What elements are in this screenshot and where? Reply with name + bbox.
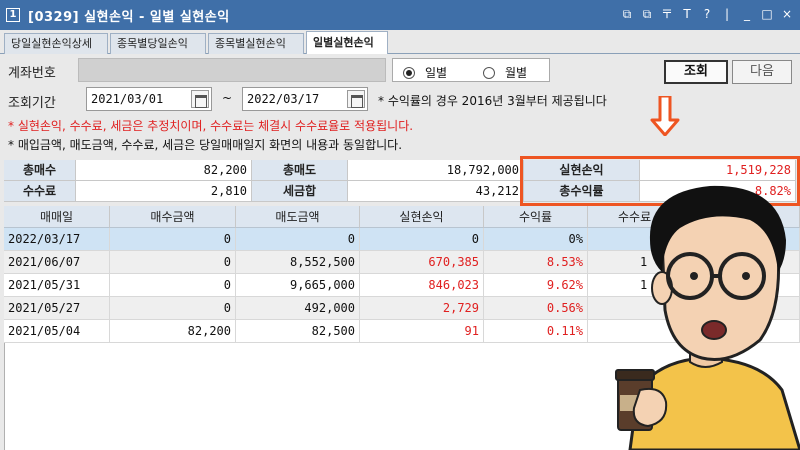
tab-stock-realized-pnl[interactable]: 종목별실현손익	[208, 33, 304, 54]
col-header-buy[interactable]: 매수금액	[110, 206, 236, 228]
separator-icon: |	[724, 7, 730, 21]
window-controls: ⧉ ⧉ 〒 T ? | _ □ ×	[620, 6, 794, 22]
end-date-value: 2022/03/17	[247, 92, 320, 106]
window-title: [0329] 실현손익 - 일별 실현손익	[28, 9, 230, 25]
cell-buy: 0	[110, 297, 236, 320]
cell-pnl: 91	[360, 320, 484, 343]
start-calendar-icon[interactable]	[191, 90, 209, 108]
cell-buy: 82,200	[110, 320, 236, 343]
cell-buy: 0	[110, 274, 236, 297]
radio-monthly-label: 월별	[505, 66, 528, 80]
radio-monthly-dot[interactable]	[483, 66, 495, 79]
radio-daily-label: 일별	[425, 66, 448, 80]
col-header-date[interactable]: 매매일	[4, 206, 110, 228]
end-date-input[interactable]: 2022/03/17	[242, 87, 368, 111]
cell-sell: 82,500	[236, 320, 360, 343]
cell-pnl: 846,023	[360, 274, 484, 297]
cell-sell: 0	[236, 228, 360, 251]
end-calendar-icon[interactable]	[347, 90, 365, 108]
cell-sell: 492,000	[236, 297, 360, 320]
radio-monthly[interactable]: 월별	[483, 64, 527, 81]
cartoon-person-illustration	[615, 185, 800, 450]
window-titlebar: 1 [0329] 실현손익 - 일별 실현손익 ⧉ ⧉ 〒 T ? | _ □ …	[0, 0, 800, 30]
pin-icon[interactable]: 〒	[660, 6, 674, 22]
cell-yield: 9.62%	[484, 274, 588, 297]
font-size-icon[interactable]: T	[680, 6, 694, 22]
cell-sell: 9,665,000	[236, 274, 360, 297]
fee-label: 수수료	[4, 181, 76, 202]
radio-daily[interactable]: 일별	[403, 64, 447, 81]
cell-yield: 0.56%	[484, 297, 588, 320]
next-button[interactable]: 다음	[732, 60, 792, 84]
maximize-icon[interactable]: □	[760, 6, 774, 22]
sync-note: * 매입금액, 매도금액, 수수료, 세금은 당일매매일지 화면의 내용과 동일…	[8, 138, 403, 152]
fee-value: 2,810	[76, 181, 252, 202]
tab-daily-realized-pnl[interactable]: 일별실현손익	[306, 31, 388, 54]
query-button[interactable]: 조회	[664, 60, 728, 84]
tab-bar: 당일실현손익상세 종목별당일손익 종목별실현손익 일별실현손익	[0, 31, 800, 54]
cell-date: 2021/05/31	[4, 274, 110, 297]
start-date-input[interactable]: 2021/03/01	[86, 87, 212, 111]
window-number-icon: 1	[6, 8, 20, 22]
cell-date: 2022/03/17	[4, 228, 110, 251]
col-header-sell[interactable]: 매도금액	[236, 206, 360, 228]
total-sell-value: 18,792,000	[348, 160, 524, 181]
estimate-note: * 실현손익, 수수료, 세금은 추정치이며, 수수료는 체결시 수수료율로 적…	[8, 119, 414, 133]
period-type-radio-group: 일별 월별	[392, 58, 550, 82]
help-icon[interactable]: ?	[700, 6, 714, 22]
period-label: 조회기간	[8, 96, 56, 111]
yield-note: * 수익률의 경우 2016년 3월부터 제공됩니다	[378, 94, 607, 108]
period-tilde: ~	[222, 91, 233, 105]
cell-buy: 0	[110, 251, 236, 274]
cell-date: 2021/06/07	[4, 251, 110, 274]
cell-date: 2021/05/27	[4, 297, 110, 320]
close-icon[interactable]: ×	[780, 6, 794, 22]
account-number-field[interactable]	[78, 58, 386, 82]
minimize-icon[interactable]: _	[740, 6, 754, 22]
cell-sell: 8,552,500	[236, 251, 360, 274]
total-buy-value: 82,200	[76, 160, 252, 181]
cell-yield: 8.53%	[484, 251, 588, 274]
total-buy-label: 총매수	[4, 160, 76, 181]
cell-yield: 0.11%	[484, 320, 588, 343]
cell-date: 2021/05/04	[4, 320, 110, 343]
tax-label: 세금합	[252, 181, 348, 202]
col-header-pnl[interactable]: 실현손익	[360, 206, 484, 228]
link-window-icon[interactable]: ⧉	[620, 6, 634, 22]
col-header-yield[interactable]: 수익률	[484, 206, 588, 228]
cell-pnl: 0	[360, 228, 484, 251]
down-arrow-icon	[650, 96, 680, 136]
total-sell-label: 총매도	[252, 160, 348, 181]
cell-pnl: 2,729	[360, 297, 484, 320]
tab-stock-daily-pnl[interactable]: 종목별당일손익	[110, 33, 206, 54]
cell-buy: 0	[110, 228, 236, 251]
cell-yield: 0%	[484, 228, 588, 251]
tab-daily-realized-detail[interactable]: 당일실현손익상세	[4, 33, 108, 54]
cell-pnl: 670,385	[360, 251, 484, 274]
start-date-value: 2021/03/01	[91, 92, 164, 106]
tax-value: 43,212	[348, 181, 524, 202]
radio-daily-dot[interactable]	[403, 66, 415, 79]
copy-window-icon[interactable]: ⧉	[640, 6, 654, 22]
account-label: 계좌번호	[8, 66, 56, 81]
